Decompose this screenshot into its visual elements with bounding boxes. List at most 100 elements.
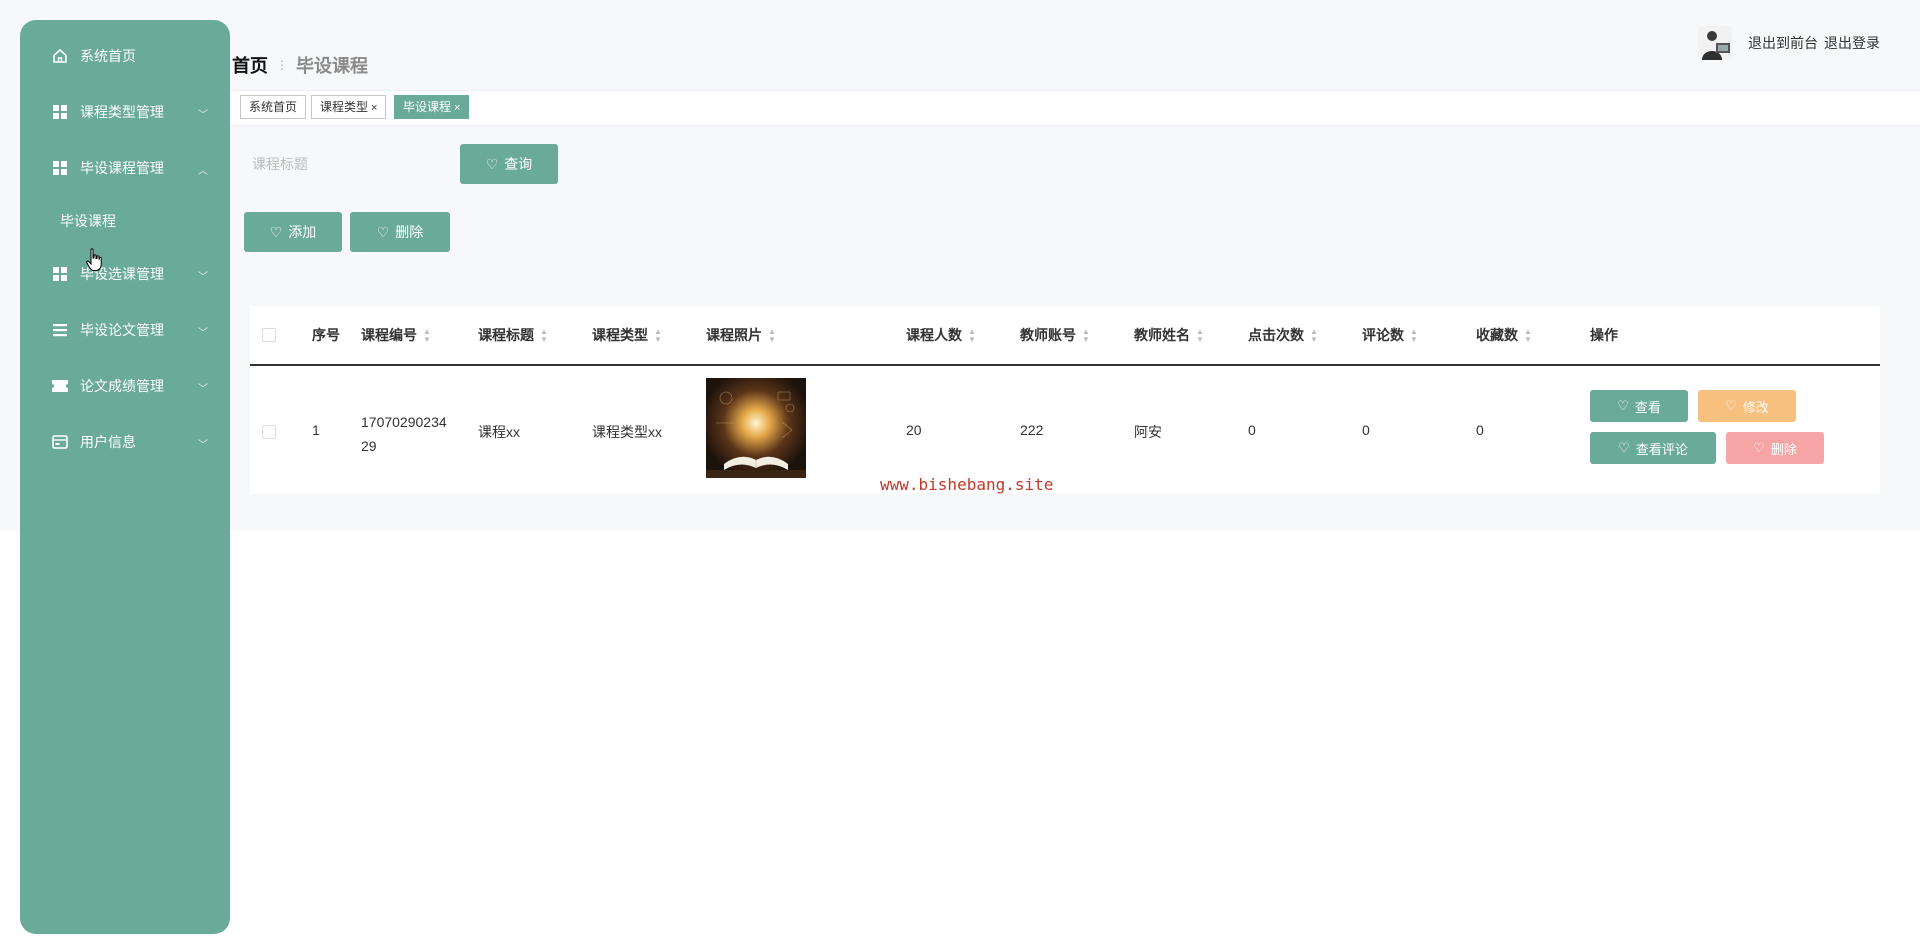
- edit-button[interactable]: ♡ 修改: [1698, 390, 1796, 422]
- col-teacher-account[interactable]: 教师账号 ▲ ▼: [1020, 306, 1090, 364]
- button-label: 删除: [395, 224, 424, 240]
- col-label: 课程标题: [478, 327, 534, 343]
- heart-icon: ♡: [1753, 440, 1765, 455]
- chevron-up-icon: ︿: [198, 166, 208, 177]
- sidebar-item-users[interactable]: 用户信息 ﹀: [20, 414, 230, 470]
- heart-icon: ♡: [376, 223, 390, 240]
- grid-icon: [52, 266, 68, 282]
- chevron-down-icon: ﹀: [198, 328, 208, 339]
- heart-icon: ♡: [269, 223, 283, 240]
- card-icon: [52, 434, 68, 450]
- hand-cursor-icon: [86, 248, 102, 271]
- sidebar-item-label: 毕设课程管理: [80, 160, 164, 176]
- col-title[interactable]: 课程标题 ▲ ▼: [478, 306, 548, 364]
- tag-label: 课程类型: [320, 100, 369, 114]
- button-label: 查看: [1634, 399, 1661, 415]
- heart-icon: ♡: [1618, 440, 1630, 455]
- sidebar-item-label: 课程类型管理: [80, 104, 164, 120]
- heart-icon: ♡: [1725, 398, 1737, 413]
- tag-course[interactable]: 毕设课程 ×: [394, 95, 470, 119]
- col-operations: 操作: [1590, 327, 1618, 343]
- breadcrumb-home[interactable]: 首页: [232, 52, 268, 78]
- breadcrumb-current: 毕设课程: [296, 56, 368, 76]
- sidebar-item-course-type[interactable]: 课程类型管理 ﹀: [20, 84, 230, 140]
- col-photo[interactable]: 课程照片 ▲ ▼: [706, 306, 776, 364]
- cell-code-line2: 29: [361, 438, 377, 454]
- home-icon: [52, 48, 68, 64]
- sidebar-subitem-course[interactable]: 毕设课程: [20, 196, 230, 246]
- table-header: 序号 课程编号 ▲ ▼ 课程标题 ▲ ▼ 课程类型 ▲ ▼ 课程照片 ▲ ▼ 课程人数 ▲ ▼ 教师…: [250, 306, 1880, 366]
- col-label: 课程编号: [361, 327, 417, 343]
- sort-icon: ▲ ▼: [1082, 327, 1090, 345]
- tags-view: 系统首页 课程类型 × 毕设课程 ×: [230, 90, 1920, 126]
- col-count[interactable]: 课程人数 ▲ ▼: [906, 306, 976, 364]
- col-label: 课程类型: [592, 327, 648, 343]
- sidebar-item-thesis[interactable]: 毕设论文管理 ﹀: [20, 302, 230, 358]
- add-button[interactable]: ♡ 添加: [244, 212, 342, 252]
- button-label: 修改: [1742, 399, 1769, 415]
- sidebar-item-home[interactable]: 系统首页: [20, 28, 230, 84]
- col-code[interactable]: 课程编号 ▲ ▼: [361, 306, 431, 364]
- sidebar: 系统首页 课程类型管理 ﹀ 毕设课程管理 ︿ 毕设课程 毕设选课管理 ﹀ 毕设论…: [20, 20, 230, 934]
- col-favorites[interactable]: 收藏数 ▲ ▼: [1476, 306, 1532, 364]
- front-page-link[interactable]: 退出到前台: [1748, 33, 1818, 53]
- col-type[interactable]: 课程类型 ▲ ▼: [592, 306, 662, 364]
- button-label: 查看评论: [1635, 441, 1688, 457]
- heart-icon: ♡: [485, 155, 499, 172]
- col-label: 教师姓名: [1134, 327, 1190, 343]
- cell-title: 课程xx: [478, 424, 520, 440]
- cell-teacher-name: 阿安: [1134, 424, 1162, 440]
- row-delete-button[interactable]: ♡ 删除: [1726, 432, 1824, 464]
- col-index: 序号: [312, 327, 340, 343]
- col-label: 点击次数: [1248, 327, 1304, 343]
- tag-course-type[interactable]: 课程类型 ×: [311, 95, 387, 119]
- cell-favorites: 0: [1476, 422, 1484, 438]
- view-button[interactable]: ♡ 查看: [1590, 390, 1688, 422]
- sort-icon: ▲ ▼: [654, 327, 662, 345]
- batch-delete-button[interactable]: ♡ 删除: [350, 212, 450, 252]
- chevron-down-icon: ﹀: [198, 272, 208, 283]
- cell-code: 17070290234 29: [361, 410, 447, 458]
- cell-index: 1: [312, 422, 320, 438]
- sort-icon: ▲ ▼: [1524, 327, 1532, 345]
- user-area: 退出到前台 退出登录: [1698, 26, 1880, 60]
- sort-icon: ▲ ▼: [1310, 327, 1318, 345]
- close-icon[interactable]: ×: [454, 102, 460, 114]
- sidebar-item-label: 系统首页: [80, 48, 136, 64]
- chevron-down-icon: ﹀: [198, 384, 208, 395]
- cell-type: 课程类型xx: [592, 424, 662, 440]
- tag-home[interactable]: 系统首页: [240, 95, 307, 119]
- col-label: 评论数: [1362, 327, 1404, 343]
- close-icon[interactable]: ×: [371, 102, 377, 114]
- col-comments[interactable]: 评论数 ▲ ▼: [1362, 306, 1418, 364]
- tag-label: 系统首页: [249, 100, 298, 114]
- grid-icon: [52, 104, 68, 120]
- sort-icon: ▲ ▼: [968, 327, 976, 345]
- grid-icon: [52, 160, 68, 176]
- cell-count: 20: [906, 422, 922, 438]
- sidebar-item-selection[interactable]: 毕设选课管理 ﹀: [20, 246, 230, 302]
- col-label: 课程照片: [706, 327, 762, 343]
- col-clicks[interactable]: 点击次数 ▲ ▼: [1248, 306, 1318, 364]
- select-all-checkbox[interactable]: [262, 328, 276, 342]
- chevron-down-icon: ﹀: [198, 110, 208, 121]
- button-label: 删除: [1770, 441, 1797, 457]
- view-comments-button[interactable]: ♡ 查看评论: [1590, 432, 1716, 464]
- col-teacher-name[interactable]: 教师姓名 ▲ ▼: [1134, 306, 1204, 364]
- search-input[interactable]: [244, 144, 450, 184]
- sidebar-item-grades[interactable]: 论文成绩管理 ﹀: [20, 358, 230, 414]
- breadcrumb-separator: ⋮: [276, 58, 288, 72]
- cell-teacher-account: 222: [1020, 422, 1044, 438]
- list-icon: [52, 322, 68, 338]
- row-checkbox[interactable]: [262, 425, 276, 439]
- cell-code-line1: 17070290234: [361, 414, 447, 430]
- course-photo: [706, 378, 806, 478]
- cell-comments: 0: [1362, 422, 1370, 438]
- sidebar-item-course[interactable]: 毕设课程管理 ︿: [20, 140, 230, 196]
- sidebar-item-label: 毕设论文管理: [80, 322, 164, 338]
- tag-label: 毕设课程: [403, 100, 452, 114]
- query-button[interactable]: ♡ 查询: [460, 144, 558, 184]
- logout-link[interactable]: 退出登录: [1824, 33, 1880, 53]
- chevron-down-icon: ﹀: [198, 440, 208, 451]
- sidebar-item-label: 论文成绩管理: [80, 378, 164, 394]
